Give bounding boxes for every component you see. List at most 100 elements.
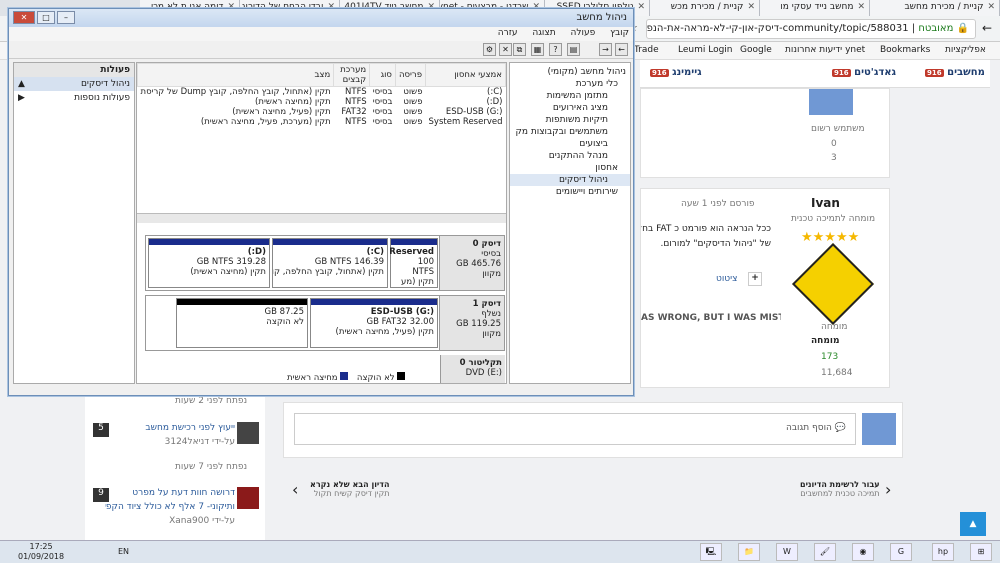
clock[interactable]: 17:25 01/09/2018 xyxy=(18,542,64,562)
menu-action[interactable]: פעולה xyxy=(571,28,596,38)
post-text-2: של "ניהול הדיסקים" למורום. xyxy=(660,239,771,249)
partition-g[interactable]: ESD-USB (G:) 32.00 GB FAT32 תקין (פעיל, … xyxy=(310,298,438,348)
bookmark-item[interactable]: ידיעות אחרונות ynet xyxy=(785,45,865,55)
properties-icon[interactable]: ▤ xyxy=(567,43,580,56)
add-button[interactable]: + xyxy=(748,272,762,286)
forward-icon[interactable]: → xyxy=(599,43,612,56)
menu-help[interactable]: עזרה xyxy=(498,28,518,38)
legend-swatch-primary xyxy=(340,372,349,380)
volume-layout: פשוט xyxy=(403,117,423,127)
tree-item[interactable]: מתזמן המשימות xyxy=(510,90,630,102)
url-input[interactable]: 🔒 מאובטח | community/topic/588031-דיסק-א… xyxy=(646,19,976,39)
volume-type: בסיסי xyxy=(372,117,393,127)
poster-title: מומחה לתמיכה טכנית xyxy=(791,214,876,224)
column-header[interactable]: פריסה xyxy=(394,63,427,87)
maximize-button[interactable]: □ xyxy=(37,11,55,24)
chevron-left-icon[interactable]: ‹ xyxy=(292,480,298,499)
minimize-button[interactable]: – xyxy=(57,11,75,24)
topic-time: נפתח לפני 7 שעות xyxy=(175,462,248,472)
user-rep: 3 xyxy=(831,153,837,163)
quote-button[interactable]: ציטוט xyxy=(716,274,737,284)
settings-icon[interactable]: ⚙ xyxy=(483,43,496,56)
tree-item[interactable]: משתמשים ובקבוצות מק xyxy=(510,126,630,138)
file-explorer-icon[interactable]: 📁 xyxy=(738,543,760,561)
help-icon[interactable]: ? xyxy=(549,43,562,56)
bookmark-item[interactable]: Bookmarks xyxy=(880,45,930,55)
volume-fs: NTFS xyxy=(345,97,367,107)
menu-view[interactable]: תצוגה xyxy=(532,28,555,38)
actions-pane: פעולות ניהול דיסקים ▲ פעולות נוספות ▶ xyxy=(13,62,135,384)
tree-item[interactable]: כלי מערכת xyxy=(510,78,630,90)
tree-item[interactable]: אחסון xyxy=(510,162,630,174)
table-row[interactable]: ESD-USB (G:) פשוט בסיסי FAT32 תקין (פעיל… xyxy=(138,107,506,117)
table-row[interactable]: System Reserved פשוט בסיסי NTFS תקין (מע… xyxy=(138,117,506,127)
horizontal-scrollbar[interactable] xyxy=(137,213,506,223)
tree-item[interactable]: ביצועים xyxy=(510,138,630,150)
close-button[interactable]: ✕ xyxy=(13,11,35,24)
bookmark-apps[interactable]: אפליקציות xyxy=(945,45,986,55)
next-topic-link[interactable]: הדיון הבא שלא נקרא תקין דיסק קשיח תקול xyxy=(310,480,390,498)
nav-gaming[interactable]: 916 גיימינג xyxy=(650,67,702,78)
copy-icon[interactable]: ⧉ xyxy=(513,43,526,56)
word-icon[interactable]: W xyxy=(776,543,798,561)
column-header[interactable]: אמצעי אחסון xyxy=(425,63,506,87)
tree-item[interactable]: מציג האירועים xyxy=(510,102,630,114)
actions-item[interactable]: ניהול דיסקים ▲ xyxy=(14,77,134,91)
tree-item-selected[interactable]: ניהול דיסקים xyxy=(510,174,630,186)
cdrom-label: תקליטור 0 DVD (E:) xyxy=(440,355,505,383)
reply-input[interactable]: 💬 הוסף תגובה xyxy=(294,413,856,445)
column-header[interactable]: מצב xyxy=(136,63,335,87)
bookmark-item[interactable]: Trade xyxy=(634,45,659,55)
volume-name: System Reserved xyxy=(428,117,503,127)
avatar xyxy=(809,89,853,115)
tree-item[interactable]: מנהל ההתקנים xyxy=(510,150,630,162)
actions-header: פעולות xyxy=(14,63,134,77)
post-time: פורסם לפני 1 שעה xyxy=(681,199,755,209)
more-actions[interactable]: פעולות נוספות ▶ xyxy=(14,91,134,105)
computer-management-icon[interactable]: 🖳 xyxy=(700,543,722,561)
nav-gadgets[interactable]: 916 גאדג'טים xyxy=(832,67,896,78)
disk-0-label: דיסק 0 בסיסי 465.76 GB מקוון xyxy=(439,236,504,290)
topic-title[interactable]: דרושה חוות דעת על מפרט xyxy=(105,488,235,498)
tree-item[interactable]: ניהול מחשב (מקומי) xyxy=(510,66,630,78)
topic-title[interactable]: ייעוץ לפני רכישת מחשב xyxy=(105,423,235,433)
nav-computers[interactable]: 916 מחשבים xyxy=(925,67,985,78)
browser-tab[interactable]: ✕קניית / מכירת מחשב xyxy=(870,0,1000,16)
partition-unallocated[interactable]: 87.25 GB לא הוקצה xyxy=(176,298,308,348)
column-header[interactable]: סוג xyxy=(369,63,396,87)
chrome-icon[interactable]: ◉ xyxy=(852,543,874,561)
topic-list-link[interactable]: עבור לרשימת הדיונים תמיכה טכנית למחשבים xyxy=(800,480,880,498)
table-row[interactable]: (C:) פשוט בסיסי NTFS תקין (אתחול, קובץ ה… xyxy=(138,87,506,97)
hp-icon[interactable]: hp xyxy=(932,543,954,561)
bookmark-item[interactable]: Leumi Login xyxy=(678,45,733,55)
language-indicator[interactable]: EN xyxy=(118,547,129,556)
partition-reserved[interactable]: Reserved 100 NTFS תקין (מע xyxy=(389,238,438,288)
view-icon[interactable]: ▦ xyxy=(531,43,544,56)
back-icon[interactable]: ← xyxy=(615,43,628,56)
browser-tab[interactable]: ✕מחשב נייד עסקי מו xyxy=(760,0,870,16)
bookmark-item[interactable]: Google xyxy=(740,45,772,55)
tree-item[interactable]: שירותים ויישומים xyxy=(510,186,630,198)
back-icon[interactable]: ← xyxy=(982,21,992,35)
scroll-top-button[interactable]: ▲ xyxy=(960,512,986,536)
table-row[interactable]: (D:) פשוט בסיסי NTFS תקין (מחיצה ראשית) xyxy=(138,97,506,107)
column-header[interactable]: מערכת קבצים xyxy=(333,63,371,87)
partition-c[interactable]: (C:) 146.39 GB NTFS תקין (אתחול, קובץ הח… xyxy=(272,238,388,288)
user-posts: 0 xyxy=(831,139,837,149)
paint-icon[interactable]: 🖌 xyxy=(814,543,836,561)
start-button[interactable]: ⊞ xyxy=(970,543,992,561)
window-titlebar[interactable]: ניהול מחשב ✕ □ – xyxy=(9,9,633,27)
app-icon[interactable]: G xyxy=(890,543,912,561)
browser-tab[interactable]: ✕קניית / מכירת מכש xyxy=(650,0,760,16)
disk-management-pane: אמצעי אחסון פריסה סוג מערכת קבצים מצב (C… xyxy=(136,62,507,384)
volume-fs: NTFS xyxy=(345,87,367,97)
chevron-right-icon[interactable]: › xyxy=(885,480,891,499)
menu-file[interactable]: קובץ xyxy=(610,28,629,38)
poster-rank: מומחה xyxy=(821,322,848,332)
poster-name[interactable]: Ivan xyxy=(811,196,840,210)
partition-d[interactable]: (D:) 319.28 GB NTFS תקין (מחיצה ראשית) xyxy=(148,238,270,288)
delete-icon[interactable]: ✕ xyxy=(499,43,512,56)
avatar xyxy=(862,413,896,445)
tree-item[interactable]: תיקיות משותפות xyxy=(510,114,630,126)
topic-title-cont[interactable]: ותיקוני- 7 אלף לא כולל ציוד הקפי xyxy=(105,502,235,512)
